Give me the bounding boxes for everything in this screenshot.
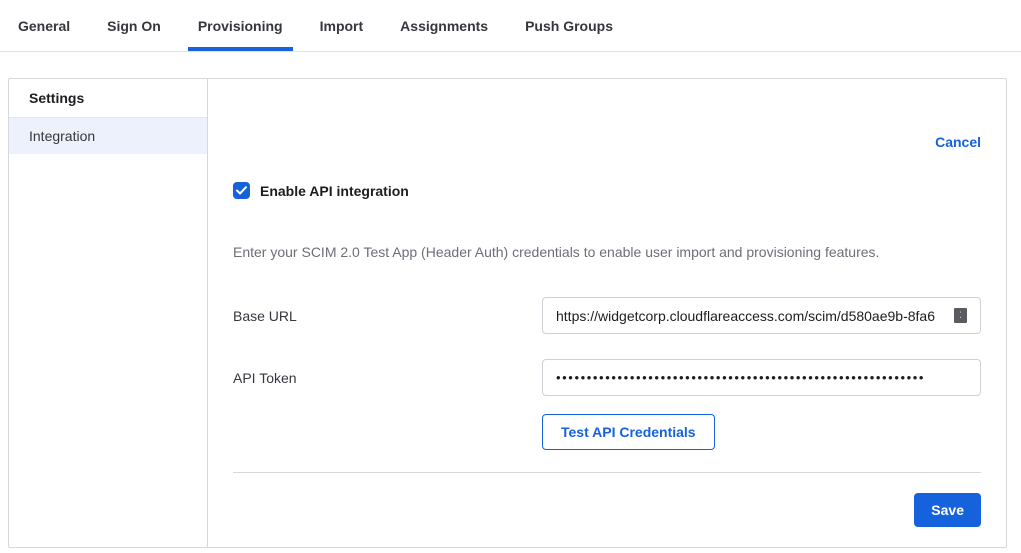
integration-settings-form: Cancel Enable API integration Enter your…: [208, 79, 1006, 547]
sidebar-heading: Settings: [9, 79, 207, 118]
base-url-row: Base URL https://widgetcorp.cloudflareac…: [233, 297, 981, 334]
cancel-link[interactable]: Cancel: [935, 134, 981, 150]
test-credentials-row: Test API Credentials: [233, 414, 981, 450]
api-token-row: API Token ••••••••••••••••••••••••••••••…: [233, 359, 981, 396]
sidebar-item-integration[interactable]: Integration: [9, 118, 207, 154]
save-row: Save: [233, 493, 981, 527]
api-token-label: API Token: [233, 370, 542, 386]
tab-provisioning[interactable]: Provisioning: [188, 0, 293, 51]
checkmark-icon: [236, 186, 247, 195]
save-button[interactable]: Save: [914, 493, 981, 527]
api-token-input[interactable]: ••••••••••••••••••••••••••••••••••••••••…: [542, 359, 981, 396]
base-url-label: Base URL: [233, 308, 542, 324]
enable-api-integration-checkbox[interactable]: [233, 182, 250, 199]
tab-push-groups[interactable]: Push Groups: [515, 0, 623, 51]
provisioning-panel: Settings Integration Cancel Enable API i…: [8, 78, 1007, 548]
test-api-credentials-button[interactable]: Test API Credentials: [542, 414, 715, 450]
settings-sidebar: Settings Integration: [9, 79, 208, 547]
cancel-row: Cancel: [233, 134, 981, 150]
enable-api-integration-label: Enable API integration: [260, 183, 409, 199]
tab-assignments[interactable]: Assignments: [390, 0, 498, 51]
tab-sign-on[interactable]: Sign On: [97, 0, 171, 51]
base-url-input[interactable]: https://widgetcorp.cloudflareaccess.com/…: [542, 297, 981, 334]
credentials-description: Enter your SCIM 2.0 Test App (Header Aut…: [233, 244, 981, 260]
form-footer-divider: [233, 472, 981, 473]
tab-general[interactable]: General: [8, 0, 80, 51]
api-token-masked-value: ••••••••••••••••••••••••••••••••••••••••…: [556, 370, 925, 385]
tab-import[interactable]: Import: [310, 0, 374, 51]
text-selection-cursor: [954, 308, 967, 323]
enable-api-integration-row: Enable API integration: [233, 182, 981, 199]
app-tab-bar: General Sign On Provisioning Import Assi…: [0, 0, 1021, 52]
base-url-value: https://widgetcorp.cloudflareaccess.com/…: [556, 308, 935, 324]
